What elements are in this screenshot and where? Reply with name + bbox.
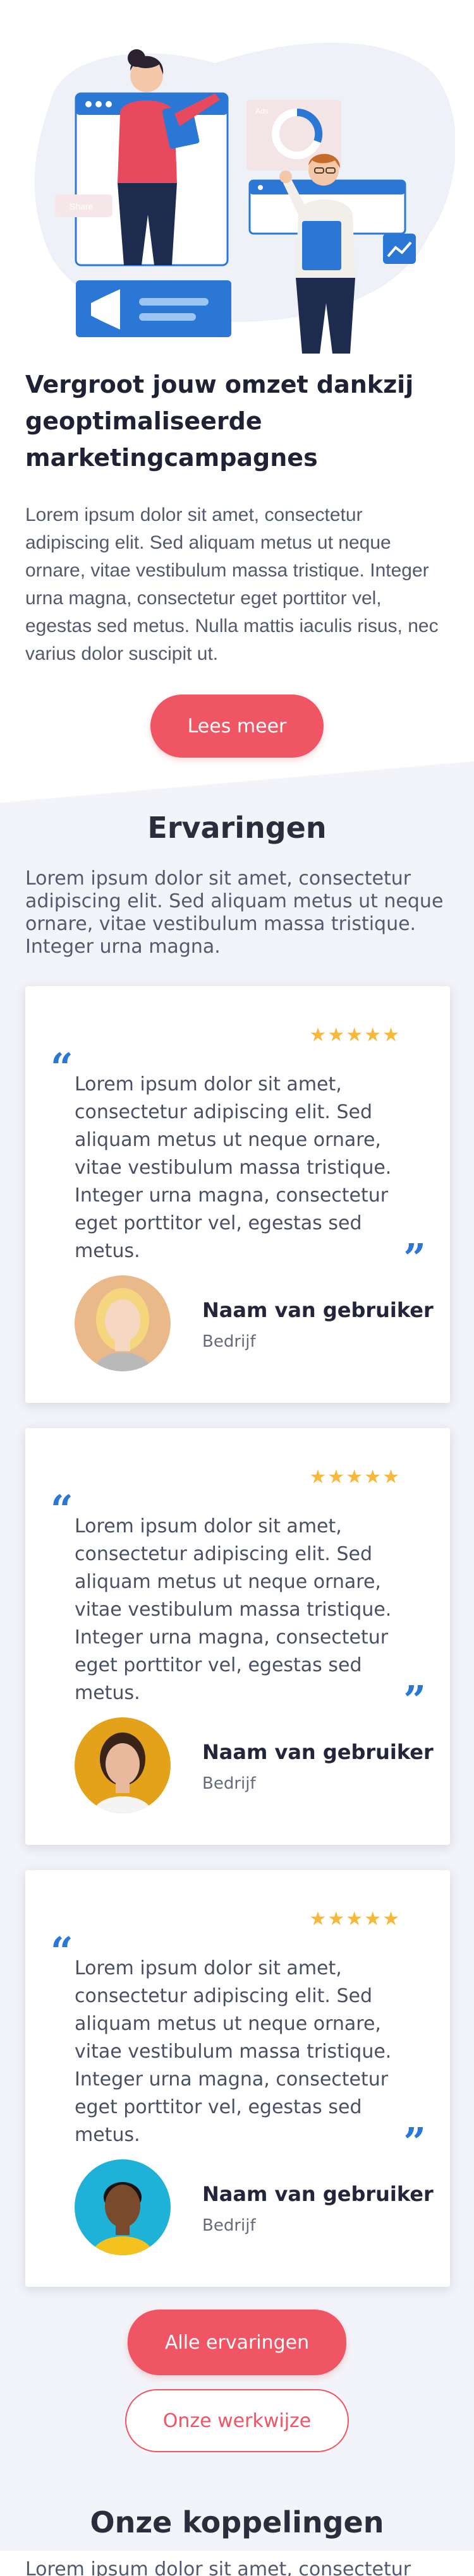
rating-stars: ★★★★★ bbox=[309, 1024, 401, 1046]
user-name: Naam van gebruiker bbox=[202, 1298, 434, 1322]
testimonial-card: ★★★★★ “ Lorem ipsum dolor sit amet, cons… bbox=[25, 1428, 450, 1845]
koppelingen-text: Lorem ipsum dolor sit amet, consectetur bbox=[25, 2558, 411, 2576]
testimonial-text: Lorem ipsum dolor sit amet, consectetur … bbox=[75, 1957, 392, 2146]
rating-stars: ★★★★★ bbox=[309, 1908, 401, 1930]
quote-close-icon: ” bbox=[403, 1235, 426, 1281]
ads-label: Ads bbox=[255, 107, 269, 116]
user-company: Bedrijf bbox=[202, 1332, 256, 1351]
testimonial-card: ★★★★★ “ Lorem ipsum dolor sit amet, cons… bbox=[25, 986, 450, 1403]
ervaringen-title: Ervaringen bbox=[147, 811, 327, 845]
hero-text: Lorem ipsum dolor sit amet, consectetur … bbox=[25, 504, 439, 664]
hero-title: Vergroot jouw omzet dankzij geoptimalise… bbox=[25, 371, 414, 472]
quote-close-icon: ” bbox=[403, 2119, 426, 2165]
testimonial-text: Lorem ipsum dolor sit amet, consectetur … bbox=[75, 1073, 392, 1262]
rating-stars: ★★★★★ bbox=[309, 1466, 401, 1488]
quote-open-icon: “ bbox=[51, 1044, 73, 1090]
onze-werkwijze-button[interactable]: Onze werkwijze bbox=[125, 2389, 349, 2452]
testimonial-text: Lorem ipsum dolor sit amet, consectetur … bbox=[75, 1515, 392, 1704]
quote-close-icon: ” bbox=[403, 1677, 426, 1723]
user-name: Naam van gebruiker bbox=[202, 1740, 434, 1764]
lees-meer-button[interactable]: Lees meer bbox=[150, 695, 324, 758]
testimonial-card: ★★★★★ “ Lorem ipsum dolor sit amet, cons… bbox=[25, 1870, 450, 2287]
user-name: Naam van gebruiker bbox=[202, 2182, 434, 2206]
ervaringen-text: Lorem ipsum dolor sit amet, consectetur … bbox=[25, 868, 444, 958]
quote-open-icon: “ bbox=[51, 1928, 73, 1974]
quote-open-icon: “ bbox=[51, 1486, 73, 1532]
avatar bbox=[75, 2159, 171, 2255]
avatar bbox=[75, 1717, 171, 1813]
user-company: Bedrijf bbox=[202, 2216, 256, 2235]
user-company: Bedrijf bbox=[202, 1774, 256, 1793]
alle-ervaringen-button[interactable]: Alle ervaringen bbox=[128, 2310, 346, 2375]
koppelingen-title: Onze koppelingen bbox=[90, 2505, 384, 2539]
share-label: Share bbox=[70, 201, 94, 212]
marketing-illustration: Ads Share bbox=[34, 42, 455, 354]
avatar bbox=[75, 1275, 171, 1371]
